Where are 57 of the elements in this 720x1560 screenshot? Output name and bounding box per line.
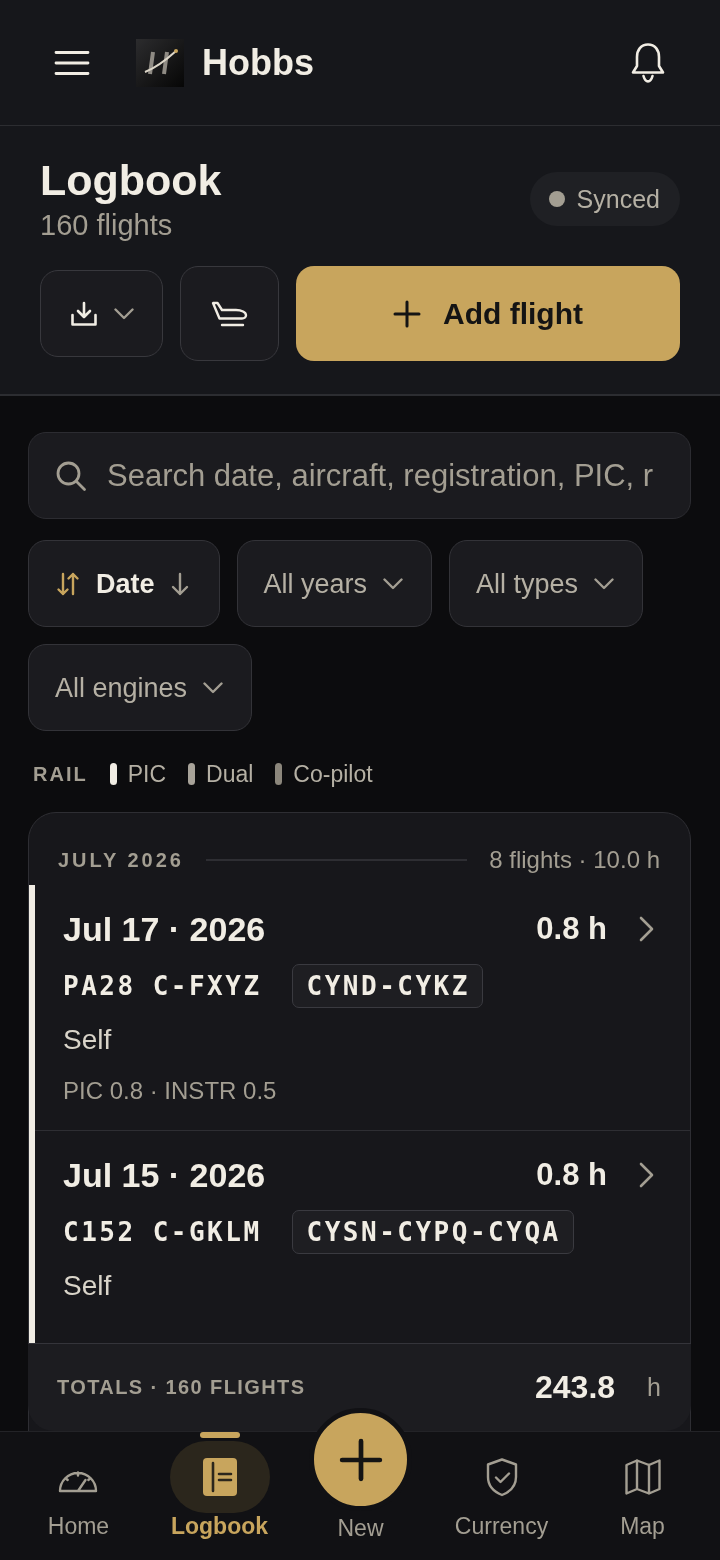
download-icon — [69, 300, 98, 327]
legend-label: PIC — [127, 761, 166, 787]
chevron-down-icon — [383, 577, 404, 590]
sort-button[interactable]: Date — [28, 540, 220, 627]
registration: C-FXYZ — [152, 970, 262, 1002]
flight-count: 160 flights — [40, 208, 174, 242]
arrow-down-icon — [170, 571, 189, 596]
bell-icon[interactable] — [630, 41, 666, 84]
route-tag: CYSN-CYPQ-CYQA — [291, 1210, 574, 1254]
selected-indicator — [199, 1432, 240, 1438]
flight-date: Jul 15 · 2026 — [63, 1155, 266, 1195]
legend-label: Dual — [206, 761, 254, 787]
add-flight-button[interactable]: Add flight — [296, 266, 680, 361]
month-title: JULY 2026 — [58, 848, 184, 873]
new-button[interactable]: New — [309, 1408, 412, 1541]
legend-title: RAIL — [33, 762, 88, 786]
status-dot-icon — [548, 191, 565, 207]
app-title: Hobbs — [202, 40, 314, 85]
filter-dropdown[interactable]: All engines — [28, 644, 253, 731]
airplane-icon — [209, 299, 250, 328]
search-field[interactable]: Search date, aircraft, registration, PIC, r — [28, 432, 691, 519]
nav-tab[interactable]: Map — [620, 1432, 665, 1539]
chevron-down-icon — [594, 577, 615, 590]
totals-value: 243.8 — [535, 1369, 616, 1406]
filter-dropdown[interactable]: All types — [449, 540, 644, 627]
sort-icon — [56, 570, 80, 597]
menu-icon[interactable] — [54, 49, 90, 76]
export-button[interactable] — [40, 270, 163, 357]
nav-tab[interactable]: Logbook — [169, 1432, 270, 1539]
flight-duration: 0.8 h — [536, 1157, 607, 1193]
registration: C-GKLM — [152, 1216, 262, 1248]
logo-icon — [136, 38, 184, 87]
totals-label: TOTALS · 160 FLIGHTS — [57, 1376, 306, 1399]
nav-tab[interactable]: Home — [47, 1432, 110, 1539]
sync-label: Synced — [576, 184, 660, 214]
legend-label: Co-pilot — [293, 761, 373, 787]
aircraft-type: PA28 — [63, 970, 136, 1002]
pilot-in-command: Self — [63, 1024, 113, 1056]
pilot-in-command: Self — [63, 1270, 113, 1302]
chevron-right-icon[interactable] — [639, 916, 654, 942]
flight-times: PIC 0.8 · INSTR 0.5 — [63, 1077, 278, 1105]
filter-dropdown[interactable]: All years — [236, 540, 433, 627]
search-icon — [55, 460, 87, 492]
aircraft-type: C152 — [63, 1216, 136, 1248]
plus-icon — [393, 299, 421, 328]
chevron-down-icon — [203, 681, 224, 694]
page-title: Logbook — [40, 155, 222, 205]
route-tag: CYND-CYKZ — [291, 964, 483, 1008]
aircraft-button[interactable] — [180, 266, 279, 361]
month-summary: 8 flights · 10.0 h — [489, 847, 660, 873]
chevron-right-icon[interactable] — [639, 1162, 654, 1188]
totals-unit: h — [647, 1373, 661, 1402]
map-icon — [623, 1458, 662, 1496]
flight-duration: 0.8 h — [536, 911, 607, 947]
nav-tab[interactable]: Currency — [454, 1432, 549, 1539]
flight-date: Jul 17 · 2026 — [63, 909, 266, 949]
chevron-down-icon — [113, 307, 134, 320]
